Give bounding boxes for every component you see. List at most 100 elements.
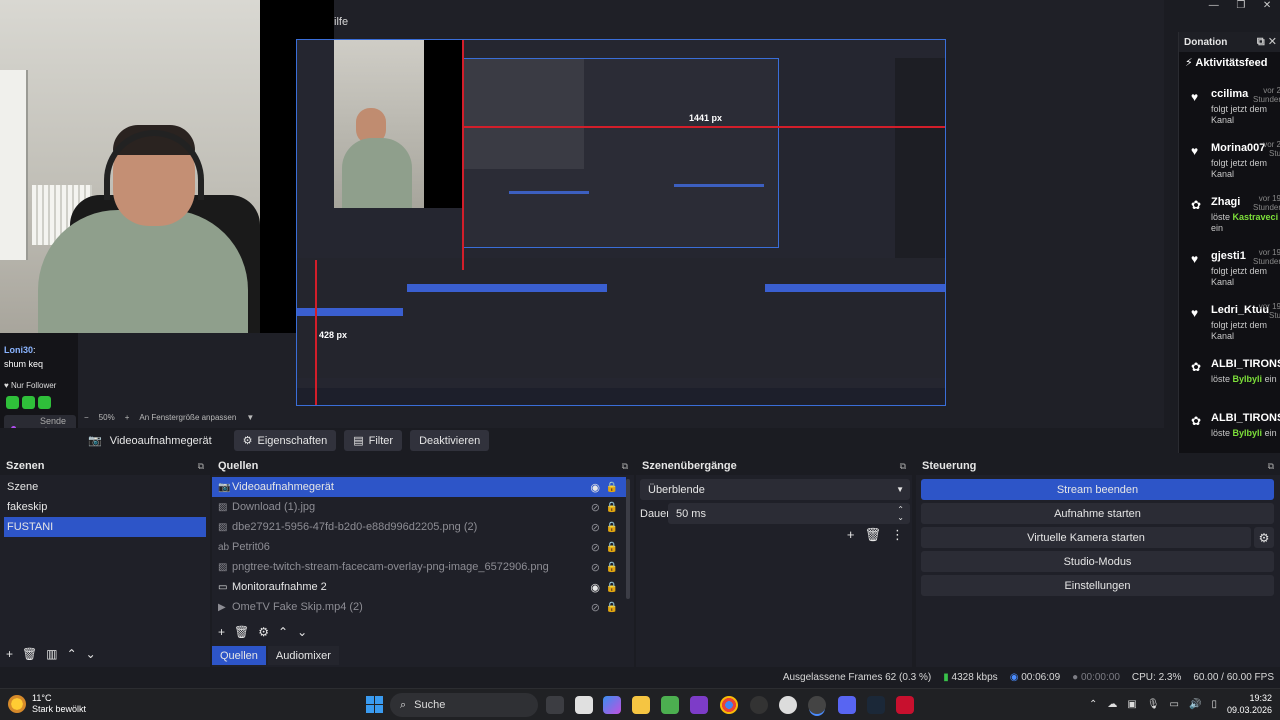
eye-off-icon[interactable]: ⊘	[591, 601, 600, 614]
explorer-icon[interactable]	[632, 696, 650, 714]
move-down-icon[interactable]: ⌄	[86, 647, 96, 661]
system-tray[interactable]: ⌃ ☁ ▣ 🎙 ▭ 🔊 ▯ 19:32 09.03.2026	[1089, 692, 1272, 716]
studio-mode-button[interactable]: Studio-Modus	[921, 551, 1274, 572]
zoom-out-icon[interactable]: −	[84, 413, 89, 422]
monitor-icon: ▭	[218, 581, 228, 593]
stepper-icon[interactable]: ⌃ ⌄	[897, 505, 904, 522]
eye-icon[interactable]: ◉	[590, 581, 600, 594]
transition-select[interactable]: Überblende ▼	[640, 479, 910, 500]
copilot-icon[interactable]	[603, 696, 621, 714]
lock-icon[interactable]: 🔒	[606, 502, 618, 513]
store-icon[interactable]	[661, 696, 679, 714]
tab-sources[interactable]: Quellen	[212, 646, 266, 665]
scene-item[interactable]: Szene	[4, 477, 206, 497]
lock-icon[interactable]: 🔒	[606, 602, 618, 613]
volume-icon[interactable]: 🔊	[1189, 699, 1201, 710]
dock-float-icon[interactable]: ⧉	[1268, 461, 1274, 472]
eye-icon[interactable]: ◉	[590, 481, 600, 494]
minimize-icon[interactable]: —	[1209, 0, 1219, 14]
chrome-icon[interactable]	[720, 696, 738, 714]
menu-help[interactable]: ilfe	[334, 16, 348, 28]
zoom-in-icon[interactable]: +	[125, 413, 130, 422]
more-icon[interactable]: ⋮	[891, 527, 904, 543]
source-item[interactable]: ab Petrit06 ⊘ 🔒	[212, 537, 626, 557]
lock-icon[interactable]: 🔒	[606, 522, 618, 533]
chat-username: Loni30	[4, 345, 34, 355]
filter-icon[interactable]: ▥	[46, 647, 57, 661]
lock-icon[interactable]: 🔒	[606, 542, 618, 553]
virtual-camera-button[interactable]: Virtuelle Kamera starten	[921, 527, 1251, 548]
add-icon[interactable]: +	[218, 625, 225, 639]
source-item[interactable]: ▶ OmeTV Fake Skip.mp4 (2) ⊘ 🔒	[212, 597, 626, 617]
obs-icon[interactable]	[750, 696, 768, 714]
network-icon[interactable]: ☁	[1107, 699, 1117, 710]
eye-off-icon[interactable]: ⊘	[591, 501, 600, 514]
source-item[interactable]: ▨ pngtree-twitch-stream-facecam-overlay-p…	[212, 557, 626, 577]
chat-send-field[interactable]: ● Sende eine Nachricht	[4, 415, 76, 428]
move-up-icon[interactable]: ⌃	[278, 625, 288, 639]
discord-icon[interactable]	[838, 696, 856, 714]
dock-float-icon[interactable]: ⧉	[622, 461, 628, 472]
sources-scrollbar[interactable]	[626, 479, 630, 599]
dock-close-icon[interactable]: ⧉ ✕	[1257, 35, 1277, 49]
files-icon[interactable]	[575, 696, 593, 714]
dock-float-icon[interactable]: ⧉	[198, 461, 204, 472]
settings-button[interactable]: Einstellungen	[921, 575, 1274, 596]
tab-audio-mixer[interactable]: Audiomixer	[267, 646, 339, 665]
fit-window-button[interactable]: An Fenstergröße anpassen	[139, 413, 236, 422]
eye-off-icon[interactable]: ⊘	[591, 541, 600, 554]
duration-field[interactable]: 50 ms ⌃ ⌄	[668, 503, 910, 524]
preview-canvas[interactable]: ilfe 1441 px 428 px Loni30: shum keq ♥ N…	[0, 0, 1178, 428]
lock-icon[interactable]: 🔒	[606, 482, 618, 493]
chevron-down-icon[interactable]: ▼	[246, 413, 254, 422]
scene-item[interactable]: fakeskip	[4, 497, 206, 517]
close-icon[interactable]: ✕	[1263, 0, 1271, 14]
transitions-toolbar: + 🗑 ⋮	[847, 527, 904, 543]
app-icon[interactable]	[896, 696, 914, 714]
move-up-icon[interactable]: ⌃	[67, 647, 77, 661]
steam-icon[interactable]	[867, 696, 885, 714]
weather-widget[interactable]: 11°C Stark bewölkt	[8, 693, 86, 715]
trash-icon[interactable]: 🗑	[22, 647, 37, 661]
move-down-icon[interactable]: ⌄	[297, 625, 307, 639]
properties-button[interactable]: ⚙ Eigenschaften	[233, 430, 337, 451]
source-item[interactable]: 📷 Videoaufnahmegerät ◉ 🔒	[212, 477, 626, 497]
filter-button[interactable]: ▤ Filter	[344, 430, 403, 451]
app-tray-icon[interactable]: ▣	[1127, 699, 1136, 710]
chevron-up-icon[interactable]: ⌃	[1089, 699, 1097, 710]
app-icon[interactable]	[779, 696, 797, 714]
start-recording-button[interactable]: Aufnahme starten	[921, 503, 1274, 524]
zoom-bar[interactable]: − 50% + An Fenstergröße anpassen ▼	[84, 410, 254, 424]
lock-icon[interactable]: 🔒	[606, 582, 618, 593]
scene-item[interactable]: FUSTANI	[4, 517, 206, 537]
deactivate-button[interactable]: Deaktivieren	[410, 430, 490, 451]
app-icon[interactable]	[690, 696, 708, 714]
lock-icon[interactable]: 🔒	[606, 562, 618, 573]
source-item[interactable]: ▭ Monitoraufnahme 2 ◉ 🔒	[212, 577, 626, 597]
add-icon[interactable]: +	[6, 647, 13, 661]
mic-icon[interactable]: 🎙	[1147, 699, 1160, 710]
eye-off-icon[interactable]: ⊘	[591, 521, 600, 534]
emote-buttons[interactable]	[6, 396, 51, 409]
source-item[interactable]: ▨ dbe27921-5956-47fd-b2d0-e88d996d2205.pn…	[212, 517, 626, 537]
windows-start-icon[interactable]	[366, 696, 383, 713]
eye-off-icon[interactable]: ⊘	[591, 561, 600, 574]
maximize-icon[interactable]: ❐	[1236, 0, 1245, 14]
source-item[interactable]: ▨ Download (1).jpg ⊘ 🔒	[212, 497, 626, 517]
taskbar-search[interactable]: ⌕ Suche	[390, 693, 538, 717]
task-view-icon[interactable]	[546, 696, 564, 714]
battery-icon[interactable]: ▯	[1211, 699, 1217, 710]
display-icon[interactable]: ▭	[1170, 699, 1179, 710]
gear-icon[interactable]: ⚙	[258, 625, 269, 639]
stop-stream-button[interactable]: Stream beenden	[921, 479, 1274, 500]
trash-icon[interactable]: 🗑	[234, 625, 249, 639]
add-icon[interactable]: +	[847, 527, 855, 543]
heart-icon: ♥	[1191, 90, 1199, 104]
record-time: 00:00:00	[1080, 672, 1120, 683]
window-controls[interactable]: — ❐ ✕	[1200, 0, 1280, 14]
dock-float-icon[interactable]: ⧉	[900, 461, 906, 472]
virtual-camera-settings-icon[interactable]: ⚙	[1254, 527, 1274, 548]
trash-icon[interactable]: 🗑	[864, 527, 881, 543]
obs-active-icon[interactable]	[808, 696, 826, 714]
clock[interactable]: 19:32 09.03.2026	[1227, 692, 1272, 716]
